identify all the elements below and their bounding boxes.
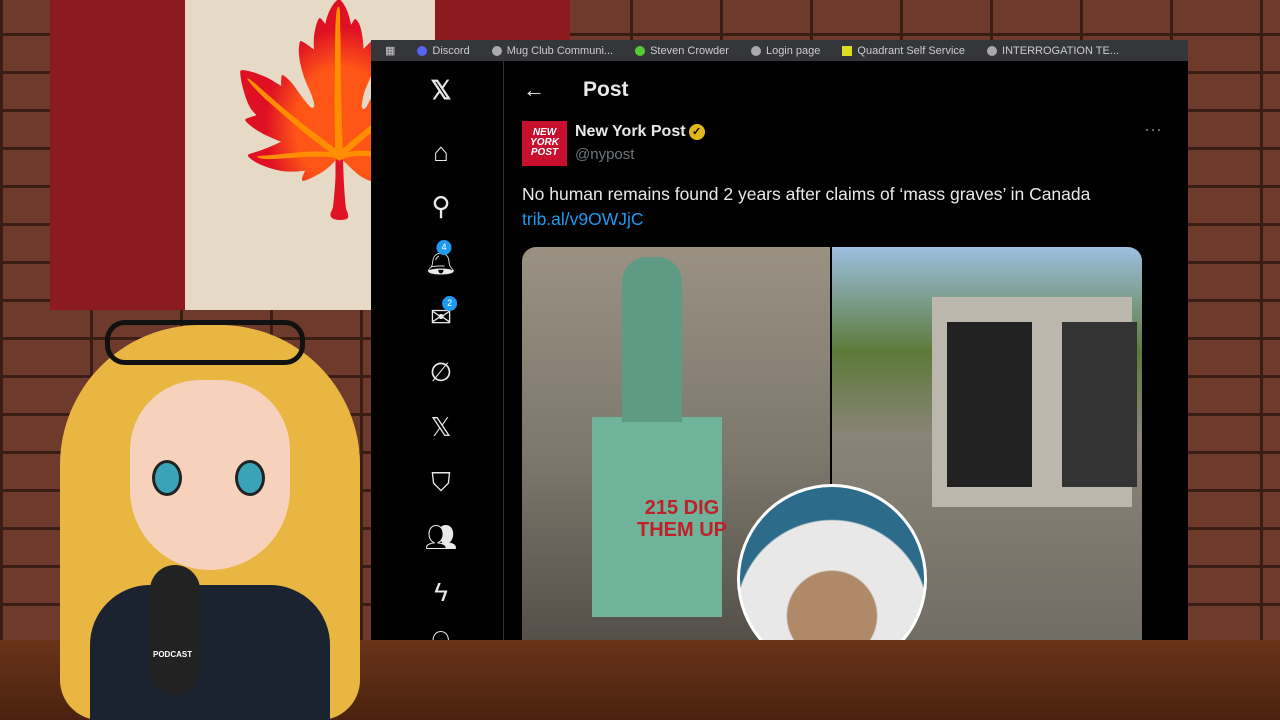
bookmark[interactable]: INTERROGATION TE...: [987, 45, 1119, 57]
bookmarks-icon[interactable]: ⛉: [431, 469, 451, 495]
more-options-icon[interactable]: ···: [1144, 119, 1162, 140]
verified-badge-icon: ✓: [688, 123, 705, 140]
bookmark[interactable]: Mug Club Communi...: [491, 45, 613, 57]
bookmark[interactable]: Steven Crowder: [635, 45, 729, 57]
search-icon[interactable]: ⚲: [431, 193, 450, 219]
author-name[interactable]: New York Post ✓: [575, 123, 705, 141]
graffiti-text: 215 DIG THEM UP: [637, 497, 727, 541]
microphone-icon: [150, 565, 200, 695]
post-link[interactable]: trib.al/v9OWJjC: [522, 209, 644, 230]
messages-badge: 2: [442, 296, 458, 311]
sidebar-nav: 𝕏 ⌂ ⚲ 🔔︎4 ✉2 ∅ 𝕏 ⛉ 👥︎ ϟ 👤︎: [371, 61, 504, 640]
grok-icon[interactable]: ∅: [430, 359, 453, 385]
author-handle[interactable]: @nypost: [575, 146, 634, 163]
communities-icon[interactable]: 👥︎: [424, 524, 457, 550]
post-text: No human remains found 2 years after cla…: [522, 184, 1091, 204]
bookmarks-bar: ▦ Discord Mug Club Communi... Steven Cro…: [371, 40, 1188, 61]
page-title: Post: [583, 78, 629, 101]
post-media[interactable]: 215 DIG THEM UP: [522, 247, 1142, 640]
verified-orgs-lightning-icon[interactable]: ϟ: [434, 579, 448, 605]
glasses: [105, 320, 305, 365]
streamer-avatar-character: PODCAST: [50, 315, 365, 720]
apps-icon[interactable]: ▦: [385, 44, 395, 57]
post-detail: ← Post NEW YORK POST New York Post ✓ @nypos…: [505, 61, 1188, 640]
notifications-badge: 4: [436, 240, 452, 255]
bookmark[interactable]: Login page: [750, 45, 820, 57]
x-logo-icon[interactable]: 𝕏: [431, 77, 452, 103]
notifications-bell-icon[interactable]: 🔔︎ 4: [424, 240, 458, 274]
browser-window: ▦ Discord Mug Club Communi... Steven Cro…: [371, 40, 1188, 640]
profile-icon[interactable]: 👤︎: [424, 631, 457, 640]
premium-x-icon[interactable]: 𝕏: [431, 414, 452, 440]
bookmark[interactable]: Discord: [417, 45, 470, 57]
author-avatar[interactable]: NEW YORK POST: [522, 121, 567, 166]
back-arrow-icon[interactable]: ←: [523, 77, 545, 103]
home-icon[interactable]: ⌂: [433, 139, 449, 165]
bookmark[interactable]: Quadrant Self Service: [842, 45, 965, 57]
mic-label: PODCAST: [153, 650, 193, 659]
messages-envelope-icon[interactable]: ✉ 2: [430, 296, 458, 330]
